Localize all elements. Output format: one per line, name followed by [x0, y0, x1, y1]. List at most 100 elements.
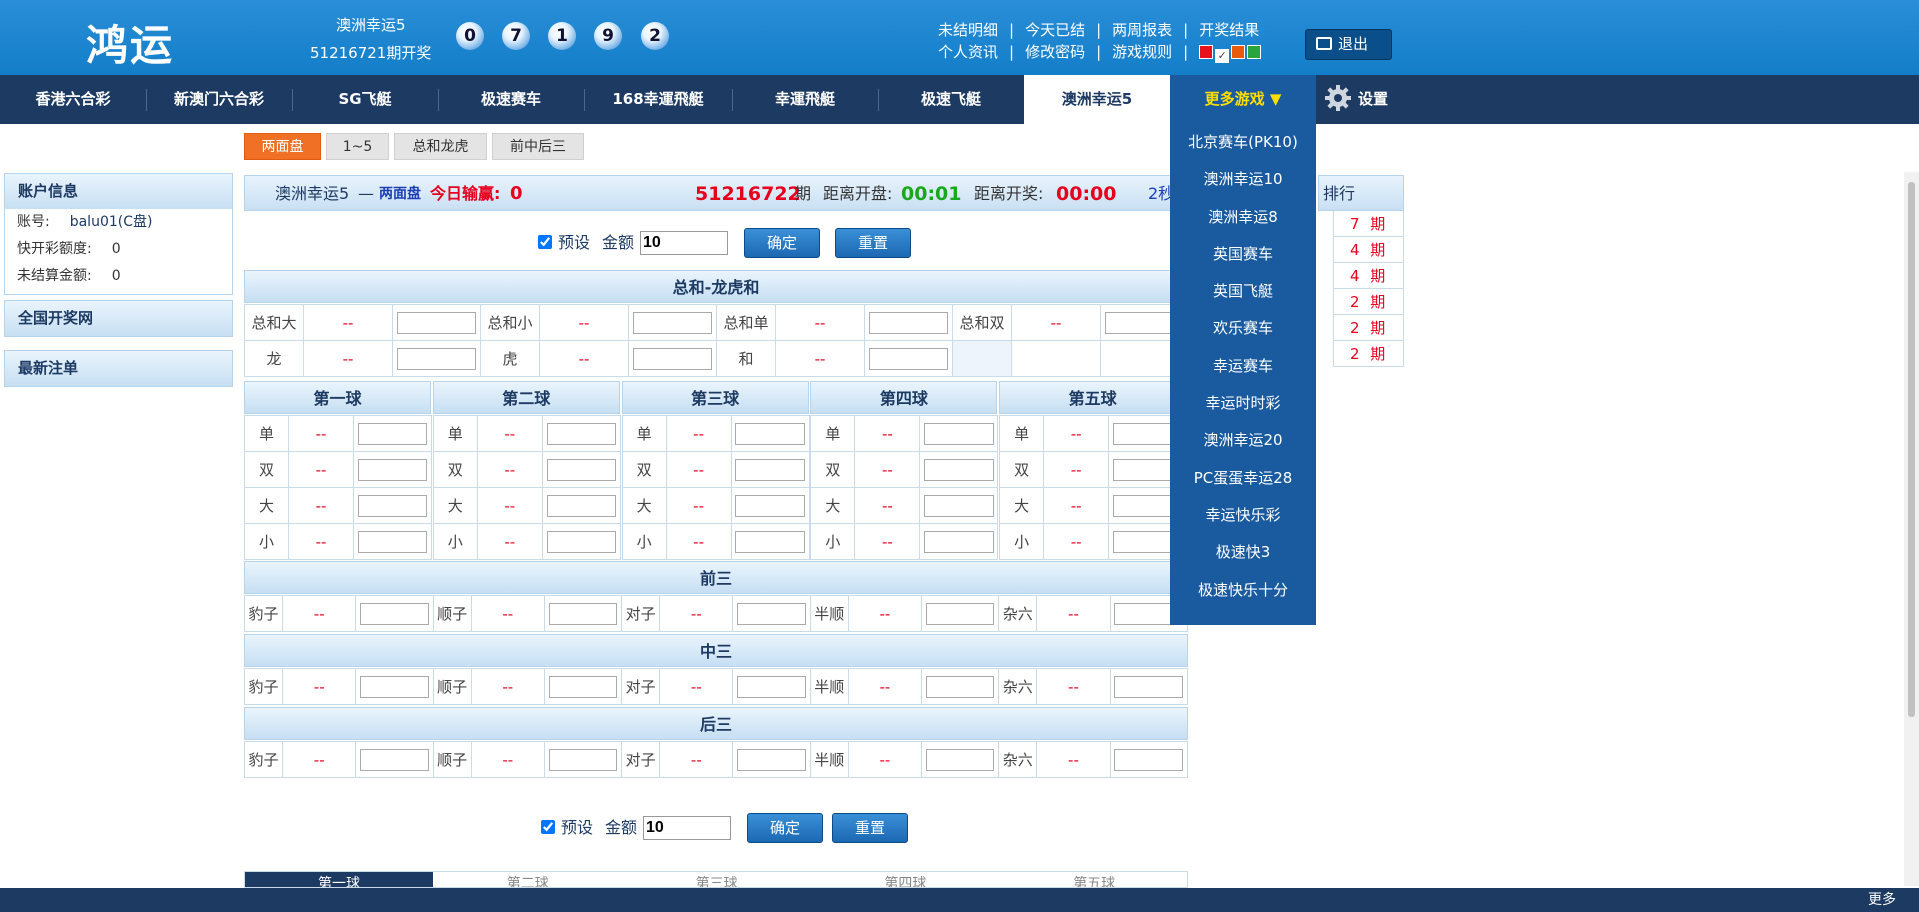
link-change-password[interactable]: 修改密码	[1025, 43, 1085, 61]
scroll-thumb[interactable]	[1908, 182, 1915, 717]
nav-hk-mark-six[interactable]: 香港六合彩	[0, 75, 146, 124]
more-games-item[interactable]: 英国飞艇	[1170, 273, 1316, 310]
bet-amount-input[interactable]	[360, 675, 429, 698]
nav-new-macau-mark-six[interactable]: 新澳门六合彩	[146, 75, 292, 124]
link-today-settled[interactable]: 今天已结	[1025, 21, 1085, 39]
more-games-item[interactable]: 幸运快乐彩	[1170, 497, 1316, 534]
bet-amount-input[interactable]	[548, 675, 618, 698]
bet-amount-input[interactable]	[924, 530, 994, 553]
tab-two-sides[interactable]: 两面盘	[244, 133, 321, 160]
theme-swatch[interactable]: ✓	[1215, 49, 1230, 63]
more-games-item[interactable]: 幸运时时彩	[1170, 385, 1316, 422]
scrollbar[interactable]	[1904, 172, 1919, 886]
odds-value: --	[854, 523, 921, 560]
footer-more-link[interactable]: 更多	[1868, 888, 1896, 912]
tab-front-mid-back[interactable]: 前中后三	[492, 133, 584, 160]
bet-amount-input[interactable]	[548, 748, 618, 771]
more-games-item[interactable]: 澳洲幸运8	[1170, 199, 1316, 236]
nav-aus-lucky-5[interactable]: 澳洲幸运5	[1024, 75, 1170, 124]
more-games-item[interactable]: PC蛋蛋幸运28	[1170, 460, 1316, 497]
more-games-item[interactable]: 澳洲幸运10	[1170, 161, 1316, 198]
bet-amount-input[interactable]	[925, 748, 995, 771]
link-profile[interactable]: 个人资讯	[938, 43, 998, 61]
preset-checkbox-bottom[interactable]	[541, 820, 555, 834]
bet-amount-input[interactable]	[924, 458, 994, 481]
tab-1-to-5[interactable]: 1~5	[326, 133, 389, 160]
bet-amount-input[interactable]	[737, 748, 806, 771]
link-results[interactable]: 开奖结果	[1199, 21, 1259, 39]
table-row: 单 --	[432, 415, 621, 452]
bet-amount-input[interactable]	[357, 494, 428, 517]
bet-amount-input[interactable]	[633, 311, 712, 334]
nav-168-lucky-airship[interactable]: 168幸運飛艇	[584, 75, 732, 124]
bet-amount-input[interactable]	[735, 494, 805, 517]
odds-value: --	[847, 741, 923, 778]
lower-ball-tab[interactable]: 第二球	[434, 872, 622, 887]
confirm-button[interactable]: 确定	[744, 228, 820, 258]
nav-speed-racing[interactable]: 极速赛车	[438, 75, 584, 124]
bet-amount-input[interactable]	[735, 422, 805, 445]
lower-ball-tab[interactable]: 第五球	[1000, 872, 1187, 887]
bet-amount-input[interactable]	[360, 748, 429, 771]
bet-amount-input[interactable]	[869, 311, 948, 334]
latest-bets-link[interactable]: 最新注单	[5, 351, 232, 386]
national-results-link[interactable]: 全国开奖网	[5, 301, 232, 336]
bet-label: 豹子	[243, 595, 284, 632]
bet-amount-input[interactable]	[546, 422, 616, 445]
bet-amount-input[interactable]	[735, 530, 805, 553]
bet-amount-input[interactable]	[924, 494, 994, 517]
settings-button[interactable]: 设置	[1324, 75, 1388, 124]
bet-amount-input[interactable]	[925, 675, 995, 698]
nav-speed-airship[interactable]: 极速飞艇	[878, 75, 1024, 124]
theme-swatch[interactable]	[1199, 45, 1214, 59]
more-games-item[interactable]: 北京赛车(PK10)	[1170, 124, 1316, 161]
more-games-item[interactable]: 澳洲幸运20	[1170, 422, 1316, 459]
bet-amount-input[interactable]	[735, 458, 805, 481]
bet-amount-input[interactable]	[1114, 748, 1184, 771]
more-games-item[interactable]: 极速快乐十分	[1170, 572, 1316, 609]
more-games-item[interactable]: 欢乐赛车	[1170, 310, 1316, 347]
bet-amount-input[interactable]	[357, 458, 428, 481]
bet-amount-input[interactable]	[546, 494, 616, 517]
nav-more-games[interactable]: 更多游戏 ▼	[1170, 75, 1316, 124]
more-games-item[interactable]: 英国赛车	[1170, 236, 1316, 273]
bet-amount-input[interactable]	[869, 347, 948, 370]
nav-lucky-airship[interactable]: 幸運飛艇	[732, 75, 878, 124]
theme-swatch[interactable]	[1231, 45, 1246, 59]
bet-amount-input[interactable]	[360, 602, 429, 625]
amount-input-bottom[interactable]	[643, 816, 731, 840]
more-games-item[interactable]: 极速快3	[1170, 534, 1316, 571]
bet-amount-input[interactable]	[357, 530, 428, 553]
odds-value: --	[659, 741, 734, 778]
bet-amount-input[interactable]	[737, 602, 806, 625]
bet-amount-input[interactable]	[546, 458, 616, 481]
lower-ball-tab[interactable]: 第四球	[811, 872, 999, 887]
logout-button[interactable]: 退出	[1305, 29, 1392, 60]
reset-button[interactable]: 重置	[835, 228, 911, 258]
link-game-rules[interactable]: 游戏规则	[1112, 43, 1172, 61]
bet-label: 总和小	[480, 304, 540, 341]
bet-amount-input[interactable]	[397, 311, 476, 334]
link-unsettled[interactable]: 未结明细	[938, 21, 998, 39]
link-two-week-report[interactable]: 两周报表	[1112, 21, 1172, 39]
lower-ball-tab[interactable]: 第一球	[245, 872, 433, 887]
nav-sg-airship[interactable]: SG飞艇	[292, 75, 438, 124]
bet-amount-input[interactable]	[924, 422, 994, 445]
bet-amount-input[interactable]	[1114, 675, 1184, 698]
confirm-button-bottom[interactable]: 确定	[747, 813, 823, 843]
bet-amount-input[interactable]	[925, 602, 995, 625]
bet-amount-input[interactable]	[546, 530, 616, 553]
amount-input[interactable]	[640, 231, 728, 255]
bet-input-cell	[392, 304, 481, 341]
bet-amount-input[interactable]	[397, 347, 476, 370]
preset-checkbox[interactable]	[538, 235, 552, 249]
bet-amount-input[interactable]	[737, 675, 806, 698]
lower-ball-tab[interactable]: 第三球	[623, 872, 811, 887]
tab-sum-dragon-tiger[interactable]: 总和龙虎	[394, 133, 487, 160]
bet-amount-input[interactable]	[357, 422, 428, 445]
theme-swatch[interactable]	[1247, 45, 1262, 59]
reset-button-bottom[interactable]: 重置	[832, 813, 908, 843]
more-games-item[interactable]: 幸运赛车	[1170, 348, 1316, 385]
bet-amount-input[interactable]	[633, 347, 712, 370]
bet-amount-input[interactable]	[548, 602, 618, 625]
